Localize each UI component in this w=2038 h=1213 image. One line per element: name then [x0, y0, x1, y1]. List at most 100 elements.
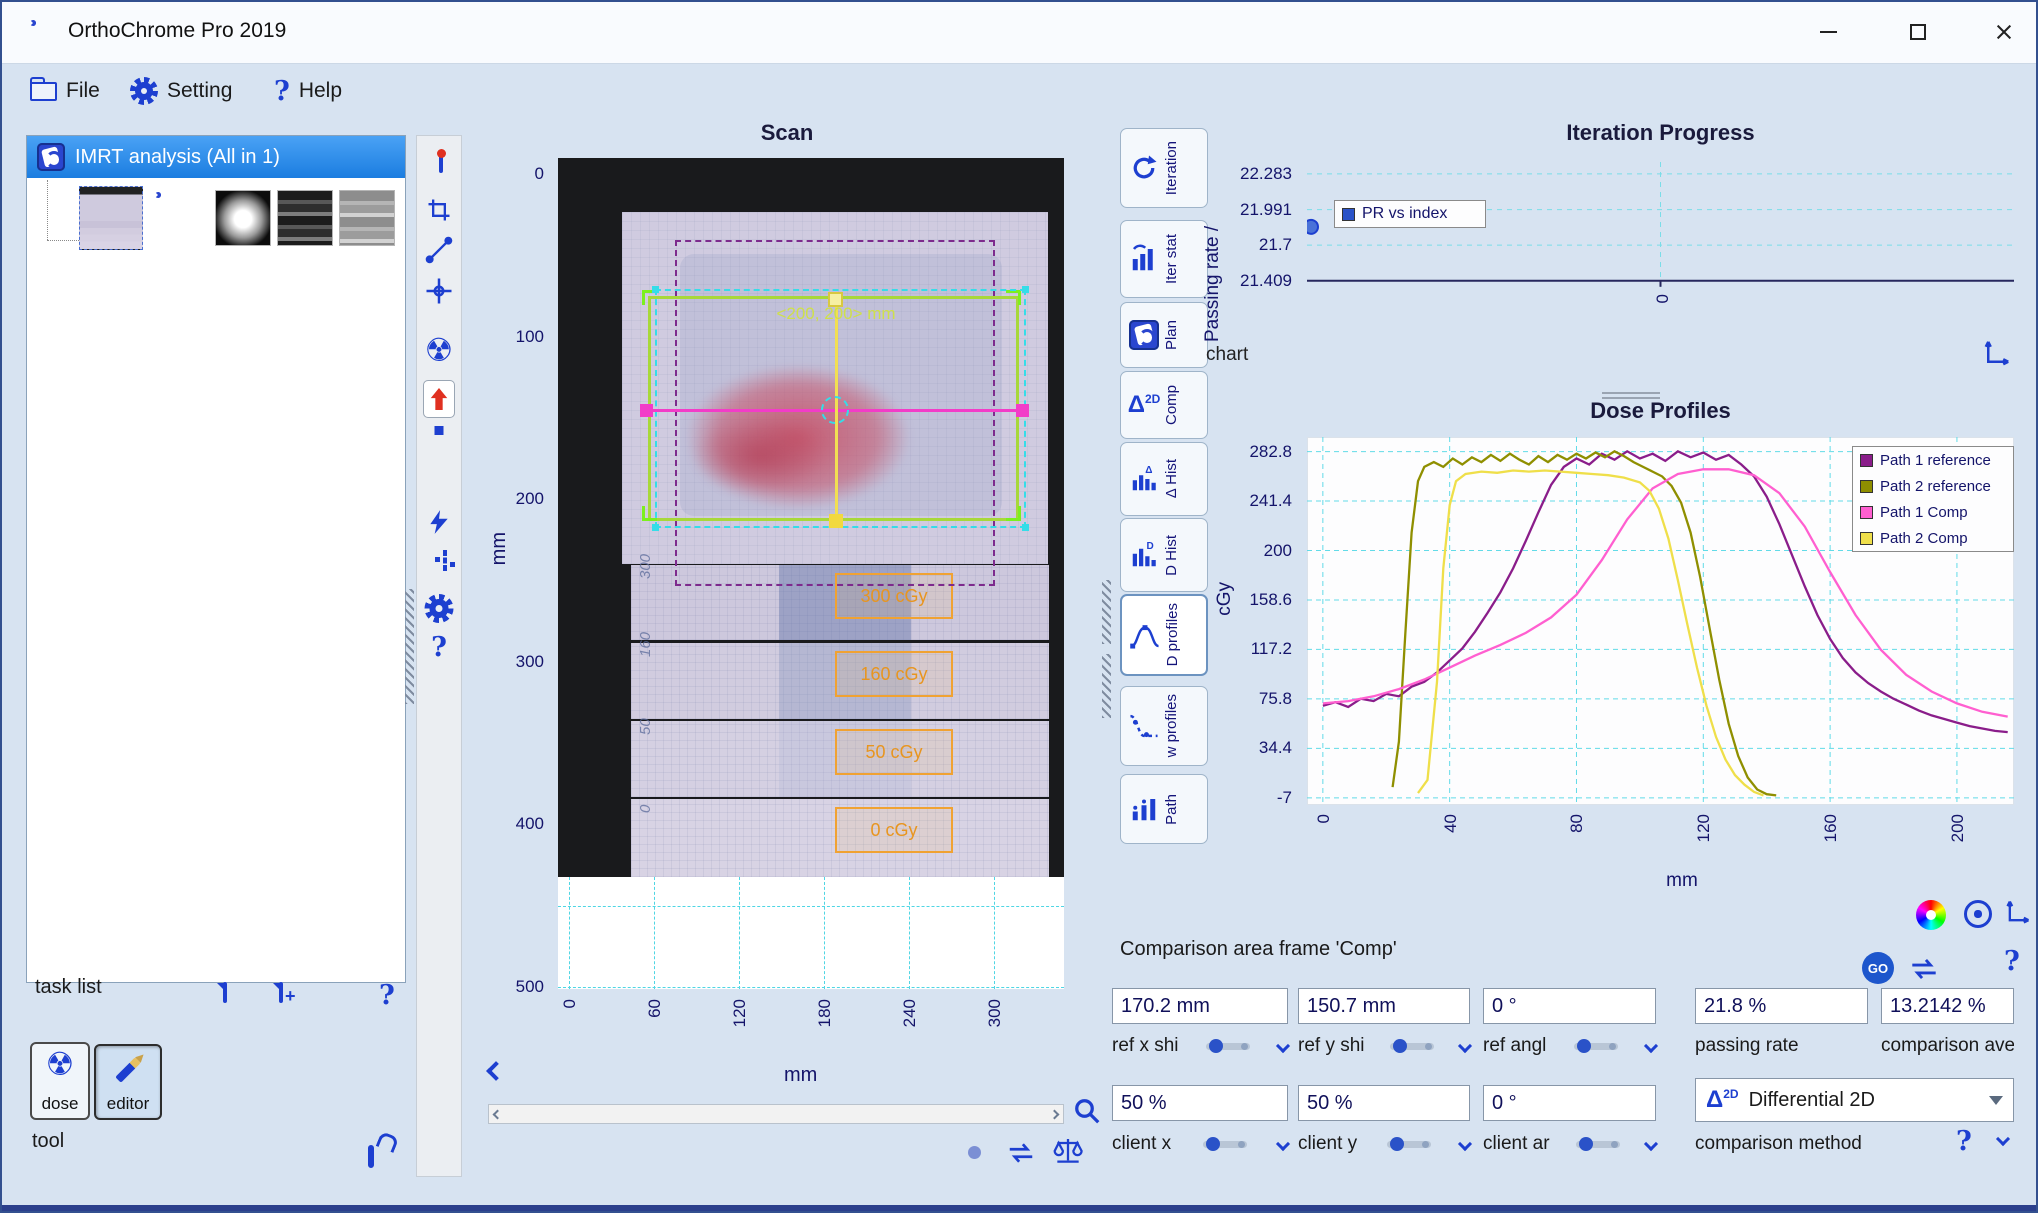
- comparison-help-icon[interactable]: [2004, 946, 2020, 977]
- folder-icon: [30, 76, 57, 101]
- tab-comp[interactable]: Comp: [1120, 371, 1208, 439]
- chevron-down-icon[interactable]: [1275, 1038, 1291, 1054]
- client-y-field[interactable]: [1298, 1085, 1470, 1121]
- ref-x-shift-slider[interactable]: [1206, 1038, 1251, 1053]
- tab-iter-stat[interactable]: Iter stat: [1120, 220, 1208, 298]
- go-button[interactable]: GO: [1862, 952, 1894, 984]
- ref-y-shift-field[interactable]: [1298, 988, 1470, 1024]
- client-y-slider[interactable]: [1386, 1136, 1431, 1151]
- transform-tool-icon[interactable]: [425, 196, 453, 229]
- scan-horizontal-scrollbar[interactable]: [488, 1104, 1064, 1124]
- thumbnail-strips-dark[interactable]: [277, 190, 333, 246]
- strip-roi-box[interactable]: 50 cGy: [835, 729, 953, 775]
- editor-tool-button[interactable]: editor: [94, 1044, 162, 1120]
- passing-rate-field[interactable]: [1695, 988, 1868, 1024]
- chevron-down-icon[interactable]: [1457, 1136, 1473, 1152]
- task-item-selected[interactable]: IMRT analysis (All in 1): [27, 136, 405, 178]
- dose-tool-button[interactable]: dose: [30, 1042, 90, 1120]
- task-help-icon[interactable]: [379, 980, 395, 1011]
- tab-w-profiles[interactable]: w profiles: [1120, 686, 1208, 766]
- crosshair-tool-icon[interactable]: [424, 276, 454, 311]
- chevron-down-icon[interactable]: [1643, 1136, 1659, 1152]
- toolbar-gear-icon[interactable]: [424, 594, 454, 623]
- splitter-grip[interactable]: [1102, 580, 1111, 644]
- splitter-grip[interactable]: [1102, 654, 1111, 718]
- ref-x-shift-field[interactable]: [1112, 988, 1288, 1024]
- toolbar-help-icon[interactable]: [431, 632, 447, 663]
- str-roi-box[interactable]: 0 cGy: [835, 807, 953, 853]
- roi-handle[interactable]: [652, 286, 659, 293]
- tab-d-hist[interactable]: D D Hist: [1120, 518, 1208, 592]
- slider-knob[interactable]: [1209, 1038, 1224, 1053]
- ref-angle-field[interactable]: [1483, 988, 1656, 1024]
- client-angle-slider[interactable]: [1575, 1136, 1620, 1151]
- comparison-method-dropdown[interactable]: Differential 2D: [1695, 1078, 2014, 1122]
- radiation-tool-icon[interactable]: [425, 334, 454, 366]
- slider-knob[interactable]: [1389, 1136, 1404, 1151]
- chevron-down-icon[interactable]: [1643, 1038, 1659, 1054]
- axes-corner-icon[interactable]: [2004, 898, 2032, 931]
- profile-line-handle[interactable]: [640, 404, 653, 417]
- chevron-down-icon[interactable]: [1995, 1131, 2011, 1147]
- tab-d-profiles[interactable]: D profiles: [1120, 594, 1208, 676]
- roi-handle[interactable]: [1022, 286, 1029, 293]
- slider-knob[interactable]: [1205, 1136, 1220, 1151]
- tab-plan[interactable]: Plan: [1120, 302, 1208, 368]
- thumbnail-strips-light[interactable]: [339, 190, 395, 246]
- line-tool-icon[interactable]: [425, 236, 453, 269]
- target-icon[interactable]: [1964, 900, 1992, 928]
- client-x-slider[interactable]: [1202, 1136, 1247, 1151]
- thumbnail-app-logo[interactable]: [153, 190, 209, 246]
- tab-delta-hist[interactable]: Δ Δ Hist: [1120, 442, 1208, 516]
- add-document-icon[interactable]: [279, 982, 283, 1003]
- chevron-down-icon[interactable]: [1275, 1136, 1291, 1152]
- comparison-average-field[interactable]: [1881, 988, 2014, 1024]
- chevron-down-icon[interactable]: [1457, 1038, 1473, 1054]
- axes-corner-icon[interactable]: [1982, 338, 2012, 373]
- scroll-left-icon[interactable]: [492, 1109, 503, 1119]
- client-angle-field[interactable]: [1483, 1085, 1656, 1121]
- window-minimize-button[interactable]: [1798, 8, 1858, 56]
- menu-setting[interactable]: Setting: [130, 72, 232, 110]
- strip-roi-box[interactable]: 160 cGy: [835, 651, 953, 697]
- red-arrow-tool-icon[interactable]: [423, 380, 455, 418]
- center-marker[interactable]: [821, 396, 849, 424]
- window-maximize-button[interactable]: [1888, 8, 1948, 56]
- scan-viewport[interactable]: 300 300 cGy 160 160 cGy 50 50 cGy 0 0 cG…: [558, 158, 1064, 989]
- sync-arrows-icon[interactable]: [1908, 956, 1940, 987]
- dashed-region-tool-icon[interactable]: [443, 550, 447, 571]
- roi-handle[interactable]: [1022, 524, 1029, 531]
- scan-title: Scan: [760, 120, 814, 145]
- balance-scale-icon[interactable]: [1052, 1136, 1084, 1171]
- document-icon[interactable]: [223, 982, 227, 1003]
- color-wheel-icon[interactable]: [1916, 900, 1946, 930]
- sync-arrows-icon[interactable]: [1006, 1140, 1036, 1171]
- client-x-field[interactable]: [1112, 1085, 1288, 1121]
- strip-roi-label: 300 cGy: [860, 585, 928, 606]
- thumbnail-film-scan[interactable]: [79, 186, 143, 250]
- menu-file[interactable]: File: [30, 72, 100, 110]
- selection-tool-icon[interactable]: [439, 152, 443, 173]
- scroll-right-icon[interactable]: [1049, 1109, 1060, 1119]
- menu-help[interactable]: Help: [274, 72, 342, 110]
- slider-knob[interactable]: [1393, 1038, 1408, 1053]
- roi-handle[interactable]: [652, 524, 659, 531]
- strip-handwritten-note: 50: [637, 718, 654, 735]
- thumbnail-dose-blob[interactable]: [215, 190, 271, 246]
- tab-iteration[interactable]: Iteration: [1120, 128, 1208, 208]
- method-help-icon[interactable]: [1956, 1126, 1972, 1157]
- profile-line-handle[interactable]: [829, 514, 843, 528]
- window-close-button[interactable]: [1974, 8, 2034, 56]
- splitter-grip[interactable]: [405, 589, 414, 704]
- small-square-icon[interactable]: [434, 426, 444, 435]
- tab-path[interactable]: Path: [1120, 774, 1208, 844]
- ref-y-shift-slider[interactable]: [1390, 1038, 1435, 1053]
- pan-left-chevron-icon[interactable]: [486, 1061, 506, 1081]
- zoom-tool-icon[interactable]: [1072, 1096, 1102, 1131]
- ref-angle-slider[interactable]: [1574, 1038, 1619, 1053]
- slider-knob[interactable]: [1578, 1136, 1593, 1151]
- unlock-icon[interactable]: [368, 1145, 374, 1168]
- lightning-tool-icon[interactable]: [426, 508, 452, 541]
- slider-knob[interactable]: [1577, 1038, 1592, 1053]
- profile-line-handle[interactable]: [1016, 404, 1029, 417]
